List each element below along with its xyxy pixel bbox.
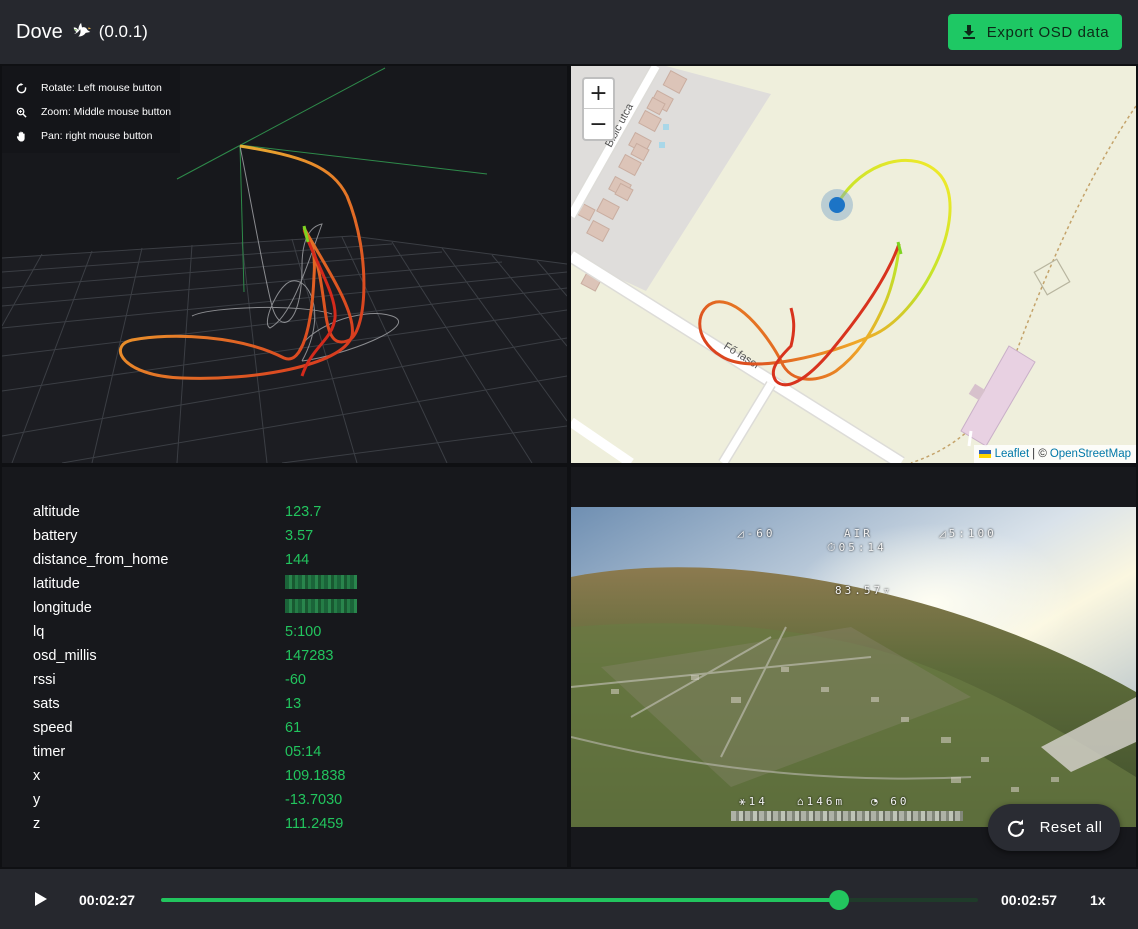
telemetry-key: rssi [33,672,56,688]
dove-icon [73,22,91,37]
current-time: 00:02:27 [79,892,136,908]
telemetry-row-x: x 109.1838 [33,764,357,788]
telemetry-row-rssi: rssi -60 [33,668,357,692]
reset-all-label: Reset all [1039,819,1103,836]
telemetry-value [285,599,357,617]
telemetry-value: 13 [285,696,302,712]
ground-grid [2,235,567,463]
pool [659,142,665,148]
telemetry-key: lq [33,624,45,640]
osd-home-distance: ⌂146m [797,795,846,808]
redacted-value [285,599,357,613]
telemetry-value: 123.7 [285,504,322,520]
flight-3d-viewer[interactable]: Rotate: Left mouse button Zoom: Middle m… [2,66,567,463]
map-panel[interactable]: Bibic utca Fő fasor + − Leaflet | © Open… [571,66,1136,463]
app-title: Dove [16,20,63,43]
zoom-in-button[interactable]: + [584,79,613,109]
openstreetmap-link[interactable]: OpenStreetMap [1050,448,1131,460]
export-osd-label: Export OSD data [986,23,1110,41]
timeline-slider[interactable] [161,890,978,910]
osd-sats: ⚹14 [739,795,768,808]
telemetry-value: 61 [285,720,302,736]
telemetry-key: battery [33,528,78,544]
telemetry-row-y: y -13.7030 [33,788,357,812]
osd-air: AIR [844,527,873,540]
telemetry-list: altitude 123.7 battery 3.57 distance_from_ho… [33,500,357,836]
timeline-thumb[interactable] [829,890,850,910]
telemetry-row-z: z 111.2459 [33,812,357,836]
telemetry-key: latitude [33,576,80,592]
telemetry-value: 05:14 [285,744,322,760]
total-time: 00:02:57 [1001,892,1058,908]
playback-speed-button[interactable]: 1x [1090,892,1106,908]
osd-coordinates-redacted [731,811,963,821]
telemetry-value [285,575,357,593]
telemetry-value: 109.1838 [285,768,346,784]
telemetry-value: 3.57 [285,528,314,544]
telemetry-value: -60 [285,672,306,688]
attribution-separator: | © [1032,448,1047,460]
telemetry-value: 5:100 [285,624,322,640]
telemetry-row-osd-millis: osd_millis 147283 [33,644,357,668]
help-rotate: Rotate: Left mouse button [16,76,180,100]
telemetry-key: z [33,816,41,832]
telemetry-row-lq: lq 5:100 [33,620,357,644]
telemetry-row-latitude: latitude [33,572,357,596]
telemetry-panel: altitude 123.7 battery 3.57 distance_from_ho… [2,467,567,867]
redacted-value [285,575,357,589]
telemetry-key: sats [33,696,60,712]
osd-speed: ◔ 60 [871,795,910,808]
export-osd-button[interactable]: Export OSD data [948,14,1122,50]
ukraine-flag-icon [978,450,991,458]
play-icon[interactable] [30,889,50,909]
reset-all-button[interactable]: Reset all [988,804,1120,851]
leaflet-link[interactable]: Leaflet [995,448,1030,460]
telemetry-key: x [33,768,41,784]
telemetry-key: osd_millis [33,648,97,664]
telemetry-key: y [33,792,41,808]
telemetry-key: speed [33,720,73,736]
controls-help: Rotate: Left mouse button Zoom: Middle m… [2,66,180,153]
osd-timer: ⏱05:14 [827,541,887,554]
telemetry-value: 144 [285,552,310,568]
app-header: Dove (0.0.1) Export OSD data [0,0,1138,64]
telemetry-key: longitude [33,600,92,616]
map-canvas[interactable]: Bibic utca Fő fasor [571,66,1136,463]
playback-bar: 00:02:27 00:02:57 1x [0,869,1138,929]
osd-lq: ◿5:100 [939,527,997,540]
osd-rssi: ◿-60 [737,527,776,540]
timeline-progress [161,898,840,902]
telemetry-row-timer: timer 05:14 [33,740,357,764]
telemetry-value: -13.7030 [285,792,343,808]
telemetry-value: 147283 [285,648,334,664]
zoom-control: + − [582,77,615,141]
telemetry-key: timer [33,744,66,760]
app-version: (0.0.1) [98,22,148,41]
video-panel[interactable]: ◿-60 AIR ◿5:100 ⏱05:14 83.57▿ ⚹14 ⌂146m … [571,467,1136,867]
help-pan: Pan: right mouse button [16,124,180,148]
telemetry-value: 111.2459 [285,816,344,832]
telemetry-row-speed: speed 61 [33,716,357,740]
osd-altitude: 83.57▿ [835,584,893,597]
help-zoom: Zoom: Middle mouse button [16,100,180,124]
telemetry-key: distance_from_home [33,552,169,568]
telemetry-row-longitude: longitude [33,596,357,620]
telemetry-row-altitude: altitude 123.7 [33,500,357,524]
telemetry-row-distance-from-home: distance_from_home 144 [33,548,357,572]
fpv-video[interactable]: ◿-60 AIR ◿5:100 ⏱05:14 83.57▿ ⚹14 ⌂146m … [571,507,1136,827]
telemetry-row-sats: sats 13 [33,692,357,716]
telemetry-key: altitude [33,504,80,520]
hand-icon [16,131,25,142]
map-attribution: Leaflet | © OpenStreetMap [973,445,1136,463]
video-frame-image [571,507,1136,827]
rotate-icon [16,82,27,93]
zoom-icon [16,107,27,118]
position-marker [829,197,845,213]
refresh-icon [1007,819,1024,837]
download-icon [962,25,975,39]
telemetry-row-battery: battery 3.57 [33,524,357,548]
zoom-out-button[interactable]: − [584,109,613,139]
